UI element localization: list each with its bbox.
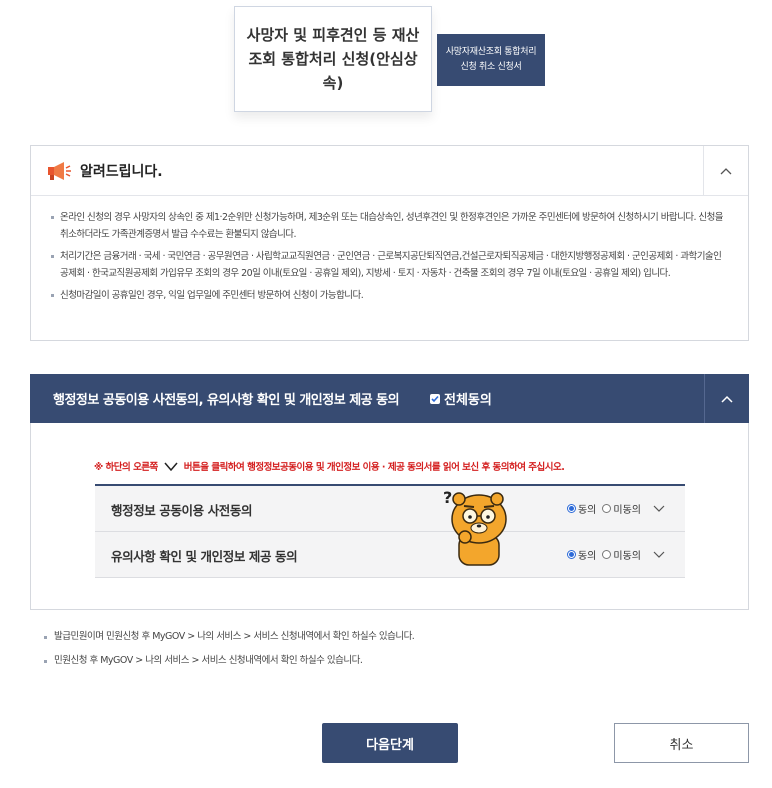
chevron-down-icon — [164, 462, 178, 471]
all-agree-label: 전체동의 — [444, 393, 492, 408]
warning-suffix: 버튼을 클릭하여 행정정보공동이용 및 개인정보 이용 · 제공 동의서를 읽어… — [183, 462, 565, 473]
agree-radio-label: 동의 — [577, 551, 597, 562]
notice-item: 온라인 신청의 경우 사망자의 상속인 중 제1·2순위만 신청가능하며, 제3… — [51, 209, 728, 243]
tab-cancel-application-label: 사망자재산조회 통합처리 신청 취소 신청서 — [445, 47, 537, 72]
agree-radio[interactable] — [566, 550, 576, 559]
chevron-down-icon[interactable] — [653, 551, 665, 559]
agree-radio-label: 동의 — [577, 505, 597, 516]
disagree-radio[interactable] — [602, 504, 612, 513]
notice-panel: 알려드립니다. 온라인 신청의 경우 사망자의 상속인 중 제1·2순위만 신청… — [30, 145, 749, 341]
megaphone-icon — [48, 162, 71, 180]
agree-radio-group: 동의 미동의 — [566, 547, 665, 562]
tab-inheritance-inquiry[interactable]: 사망자 및 피후견인 등 재산조회 통합처리 신청(안심상속) — [234, 6, 432, 112]
info-notes: 발급민원이며 민원신청 후 MyGOV > 나의 서비스 > 서비스 신청내역에… — [44, 629, 744, 677]
info-note: 민원신청 후 MyGOV > 나의 서비스 > 서비스 신청내역에서 확인 하실… — [44, 653, 744, 669]
notice-item: 처리기간은 금융거래 · 국세 · 국민연금 · 공무원연금 · 사립학교교직원… — [51, 248, 728, 282]
chevron-up-icon — [720, 167, 732, 174]
notice-title: 알려드립니다. — [80, 164, 163, 180]
disagree-radio[interactable] — [602, 550, 612, 559]
agree-table: 행정정보 공동이용 사전동의 동의 미동의 유의사항 확인 및 개인정보 제공 … — [95, 484, 685, 578]
cancel-button[interactable]: 취소 — [614, 723, 749, 763]
notice-list: 온라인 신청의 경우 사망자의 상속인 중 제1·2순위만 신청가능하며, 제3… — [51, 209, 728, 309]
chevron-up-icon — [721, 395, 733, 403]
agree-row-privacy: 유의사항 확인 및 개인정보 제공 동의 동의 미동의 — [95, 532, 685, 578]
warning-prefix: ※ 하단의 오른쪽 — [94, 462, 158, 473]
all-agree-checkbox[interactable]: 전체동의 — [430, 389, 492, 408]
tab-inheritance-inquiry-label: 사망자 및 피후견인 등 재산조회 통합처리 신청(안심상속) — [246, 26, 420, 92]
agree-row-label: 유의사항 확인 및 개인정보 제공 동의 — [111, 549, 298, 564]
disagree-radio-label: 미동의 — [613, 505, 641, 516]
agree-radio[interactable] — [566, 504, 576, 513]
chevron-down-icon[interactable] — [653, 505, 665, 513]
info-note: 발급민원이며 민원신청 후 MyGOV > 나의 서비스 > 서비스 신청내역에… — [44, 629, 744, 645]
agree-row-label: 행정정보 공동이용 사전동의 — [111, 503, 253, 518]
consent-panel: 행정정보 공동이용 사전동의, 유의사항 확인 및 개인정보 제공 동의 전체동… — [30, 374, 749, 610]
tab-cancel-application[interactable]: 사망자재산조회 통합처리 신청 취소 신청서 — [437, 34, 545, 86]
notice-header: 알려드립니다. — [31, 146, 748, 196]
next-step-button[interactable]: 다음단계 — [322, 723, 458, 763]
consent-warning: ※ 하단의 오른쪽 버튼을 클릭하여 행정정보공동이용 및 개인정보 이용 · … — [94, 459, 565, 473]
svg-text:?: ? — [443, 488, 452, 507]
agree-row-shared-info: 행정정보 공동이용 사전동의 동의 미동의 — [95, 486, 685, 532]
checkbox-checked-icon[interactable] — [430, 393, 440, 404]
consent-collapse-button[interactable] — [704, 374, 749, 423]
disagree-radio-label: 미동의 — [613, 551, 641, 562]
consent-title: 행정정보 공동이용 사전동의, 유의사항 확인 및 개인정보 제공 동의 — [53, 393, 400, 408]
agree-radio-group: 동의 미동의 — [566, 501, 665, 516]
notice-item: 신청마감일이 공휴일인 경우, 익일 업무일에 주민센터 방문하여 신청이 가능… — [51, 287, 728, 304]
ryan-character-illustration: ? — [443, 488, 507, 566]
notice-collapse-button[interactable] — [703, 146, 748, 195]
consent-header: 행정정보 공동이용 사전동의, 유의사항 확인 및 개인정보 제공 동의 전체동… — [30, 374, 749, 423]
